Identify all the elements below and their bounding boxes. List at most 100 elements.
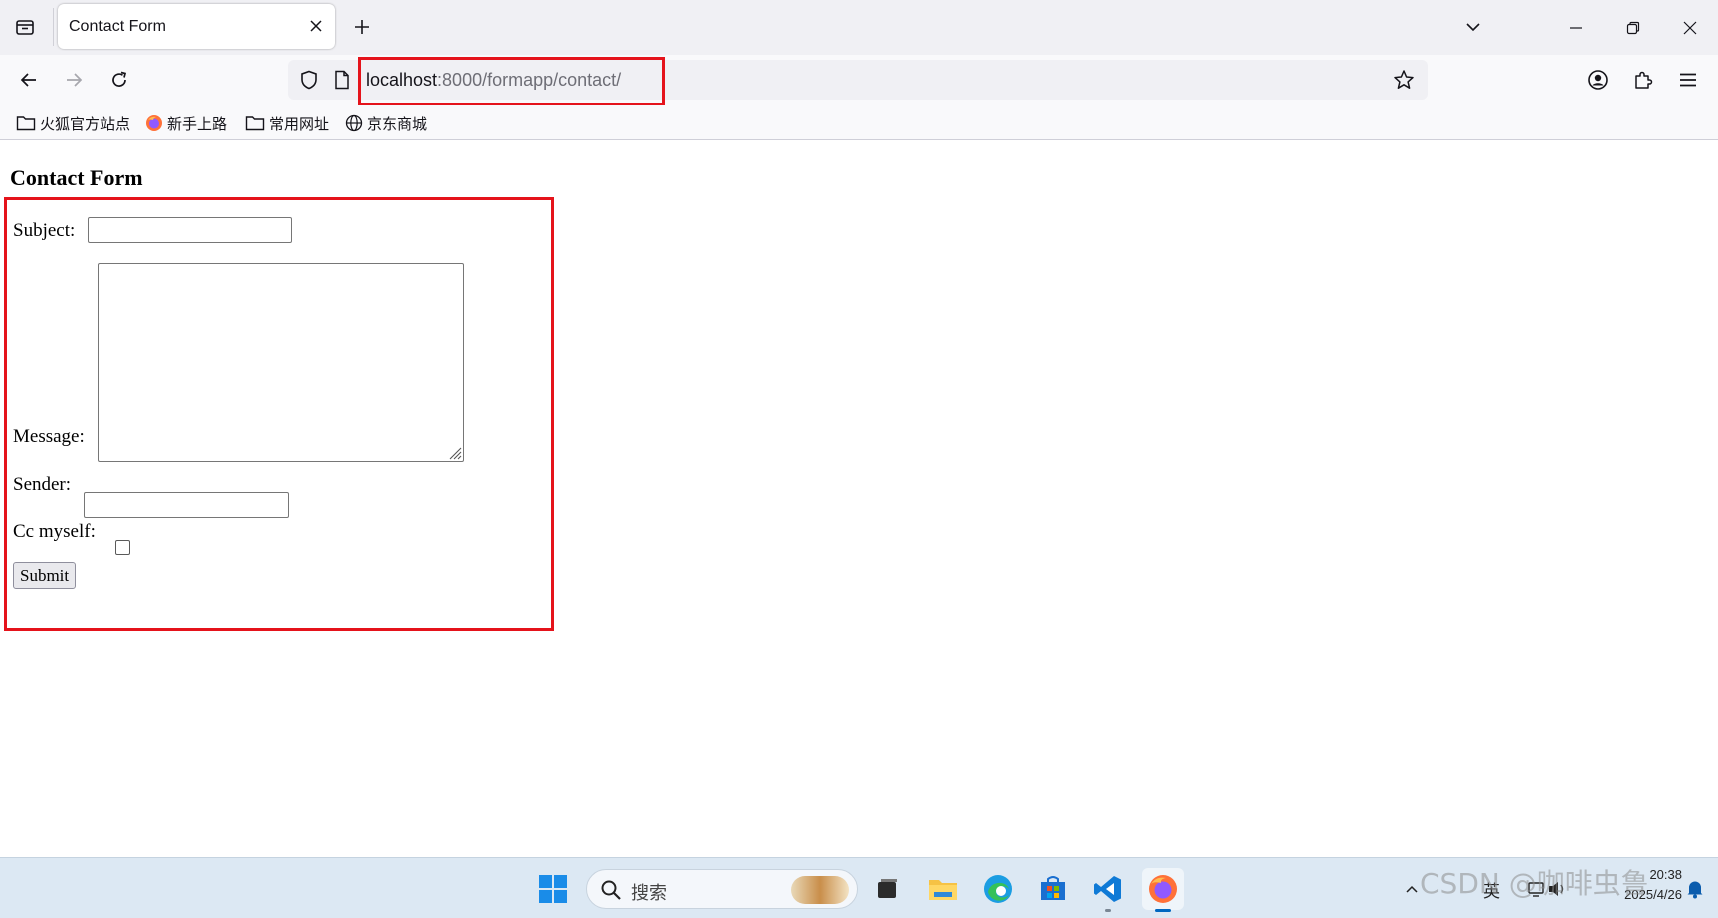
taskbar-vscode[interactable]	[1087, 868, 1129, 912]
forward-button[interactable]	[57, 63, 91, 97]
bell-icon	[1687, 881, 1703, 899]
extensions-button[interactable]	[1626, 63, 1660, 97]
firefox-icon	[146, 115, 162, 131]
account-icon	[1588, 70, 1608, 90]
submit-button[interactable]: Submit	[13, 562, 77, 589]
clock-date: 2025/4/26	[1624, 887, 1682, 902]
close-icon	[1683, 21, 1697, 34]
search-highlight-image	[791, 876, 849, 904]
app-menu-button[interactable]	[1671, 63, 1705, 97]
url-text[interactable]: localhost:8000/formapp/contact/	[366, 70, 621, 91]
tab-list-icon	[16, 20, 34, 35]
bookmark-folder-firefox-official[interactable]: 火狐官方站点	[16, 112, 130, 134]
restore-icon	[1626, 21, 1640, 34]
tab-separator	[53, 8, 54, 46]
tray-overflow-button[interactable]	[1405, 868, 1419, 910]
chevron-up-icon	[1406, 885, 1418, 893]
puzzle-icon	[1635, 71, 1653, 89]
reload-icon	[112, 71, 127, 87]
edge-icon	[984, 875, 1012, 903]
network-volume-tray[interactable]	[1527, 868, 1567, 910]
folder-icon	[929, 880, 957, 900]
start-button[interactable]	[532, 868, 574, 910]
shield-icon	[301, 70, 317, 90]
notification-button[interactable]	[1686, 868, 1704, 910]
url-bar[interactable]: localhost:8000/formapp/contact/	[288, 60, 1428, 100]
tab-contact-form[interactable]: Contact Form	[58, 4, 335, 49]
taskbar-edge[interactable]	[977, 868, 1019, 910]
tracking-protection-button[interactable]	[298, 69, 320, 91]
message-label: Message:	[13, 426, 85, 447]
page-title: Contact Form	[10, 165, 143, 190]
tab-strip: Contact Form	[0, 0, 1718, 55]
taskbar-firefox[interactable]	[1142, 868, 1184, 912]
vscode-icon	[1094, 876, 1121, 902]
hamburger-menu-icon	[1680, 73, 1696, 87]
url-host: localhost	[366, 70, 438, 90]
store-icon	[1041, 876, 1065, 900]
folder-icon	[245, 116, 265, 131]
arrow-right-icon	[67, 73, 83, 87]
star-icon	[1394, 70, 1414, 89]
window-minimize-button[interactable]	[1548, 0, 1604, 55]
reload-button[interactable]	[102, 63, 136, 97]
account-button[interactable]	[1581, 63, 1615, 97]
taskbar-file-explorer[interactable]	[922, 868, 964, 910]
taskbar-task-view[interactable]	[866, 868, 908, 910]
task-view-icon	[878, 879, 897, 898]
arrow-left-icon	[20, 73, 36, 87]
bookmark-star-button[interactable]	[1392, 68, 1416, 92]
bookmark-folder-common-sites[interactable]: 常用网址	[245, 112, 329, 134]
navigation-toolbar: localhost:8000/formapp/contact/	[0, 55, 1718, 105]
globe-icon	[345, 114, 363, 132]
taskbar-store[interactable]	[1032, 868, 1074, 910]
active-indicator	[1155, 909, 1171, 912]
running-indicator	[1105, 909, 1111, 912]
search-icon	[601, 880, 621, 900]
list-all-tabs-button[interactable]	[1458, 12, 1488, 42]
page-icon	[335, 70, 349, 90]
bookmarks-toolbar: 火狐官方站点 新手上路 常用网址 京东商城	[0, 105, 1718, 140]
subject-label: Subject:	[13, 220, 76, 241]
windows-logo-icon	[539, 875, 567, 903]
window-restore-button[interactable]	[1605, 0, 1661, 55]
bookmark-getting-started[interactable]: 新手上路	[145, 112, 227, 134]
window-close-button[interactable]	[1662, 0, 1718, 55]
plus-icon	[355, 20, 369, 34]
contact-form: Subject: Message: Sender: Cc myself: Sub…	[4, 197, 554, 631]
network-icon	[1528, 882, 1544, 897]
bookmark-label: 火狐官方站点	[40, 115, 131, 133]
cc-myself-label: Cc myself:	[13, 521, 96, 542]
chevron-down-icon	[1466, 23, 1480, 32]
clock-time: 20:38	[1649, 867, 1682, 882]
volume-icon	[1549, 882, 1564, 896]
bookmark-label: 京东商城	[367, 115, 428, 133]
sender-input[interactable]	[84, 492, 289, 518]
taskbar-clock[interactable]: 20:38 2025/4/26	[1592, 865, 1682, 905]
subject-input[interactable]	[88, 217, 292, 243]
tab-list-button[interactable]	[10, 12, 40, 42]
tab-title: Contact Form	[69, 18, 166, 35]
close-icon	[310, 20, 322, 32]
bookmark-label: 常用网址	[269, 115, 330, 133]
bookmark-jd-mall[interactable]: 京东商城	[345, 112, 427, 134]
resize-grip-icon[interactable]	[446, 444, 462, 460]
page-content: Contact Form Subject: Message: Sender: C…	[0, 141, 1718, 857]
tab-close-button[interactable]	[305, 15, 327, 37]
taskbar-search-box[interactable]: 搜索	[586, 869, 858, 909]
cc-myself-checkbox[interactable]	[115, 540, 130, 555]
url-path: :8000/formapp/contact/	[437, 70, 622, 90]
message-textarea[interactable]	[98, 263, 464, 462]
search-placeholder: 搜索	[631, 883, 667, 903]
bookmark-label: 新手上路	[167, 115, 228, 133]
minimize-icon	[1570, 26, 1582, 29]
back-button[interactable]	[12, 63, 46, 97]
windows-taskbar: 搜索 英 20:38 2025/4/26	[0, 857, 1718, 918]
input-language-indicator[interactable]: 英	[1483, 868, 1500, 910]
language-label: 英	[1483, 881, 1500, 901]
site-info-button[interactable]	[331, 69, 353, 91]
folder-icon	[16, 116, 36, 131]
sender-label: Sender:	[13, 474, 72, 495]
firefox-icon	[1149, 875, 1177, 903]
new-tab-button[interactable]	[347, 12, 377, 42]
